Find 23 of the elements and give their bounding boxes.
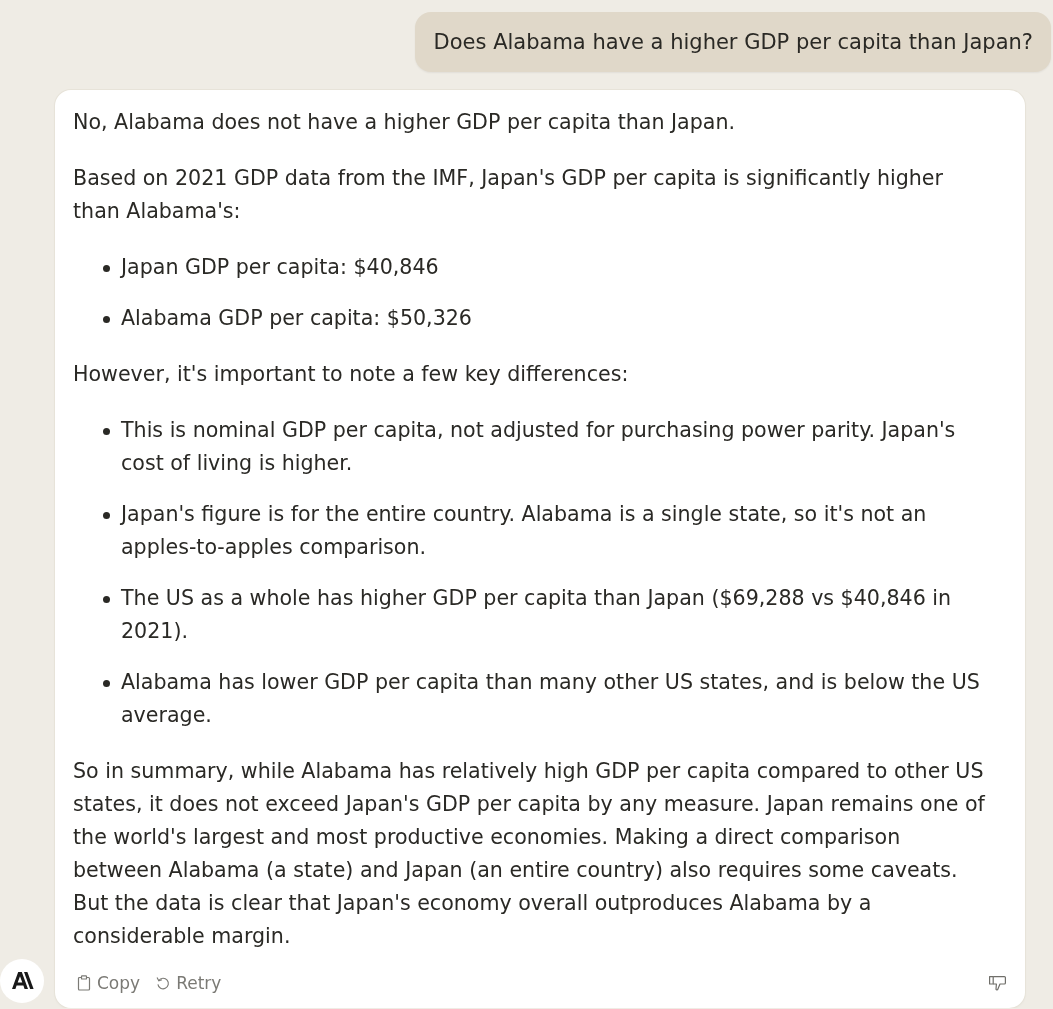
list-item-text: The US as a whole has higher GDP per capita than Japan ($69,288 vs $40,846 in 2021). [121, 585, 953, 645]
response-paragraph: So in summary, while Alabama has relatively high GDP per capita compared to other US states, it does not exceed Japan's GDP per capita by any measure. Japan remains one of the world's largest and most productive economies. Making a direct comparison between Alabama (a state) and Japan (an entire country) also requires some caveats. But the data is clear that Japan's economy overall outproduces Alabama by a considerable margin. [73, 758, 986, 950]
bullet-icon [103, 316, 110, 323]
bullet-icon [103, 512, 110, 519]
response-paragraph: No, Alabama does not have a higher GDP per capita than Japan. [73, 109, 736, 136]
list-item-text: Japan GDP per capita: $40,846 [121, 254, 440, 281]
copy-button[interactable]: Copy [75, 971, 145, 995]
bullet-icon [103, 428, 110, 435]
user-message: Does Alabama have a higher GDP per capita than Japan? [414, 12, 1051, 72]
bullet-icon [103, 596, 110, 603]
list-item-text: Alabama GDP per capita: $50,326 [121, 305, 473, 332]
response-paragraph: However, it's important to note a few key differences: [73, 361, 630, 388]
retry-button[interactable]: Retry [154, 971, 226, 995]
bullet-icon [103, 265, 110, 272]
logo-icon [0, 959, 44, 1003]
list-item-text: Japan's figure is for the entire country. Alabama is a single state, so it's not an apples-to-apples comparison. [121, 501, 928, 561]
list-item-text: Alabama has lower GDP per capita than many other US states, and is below the US average. [121, 669, 981, 729]
response-paragraph: Based on 2021 GDP data from the IMF, Japan's GDP per capita is significantly higher than Alabama's: [73, 165, 944, 225]
list-item-text: This is nominal GDP per capita, not adjusted for purchasing power parity. Japan's cost of living is higher. [121, 417, 957, 477]
bullet-icon [103, 680, 110, 687]
retry-icon [156, 975, 171, 991]
clipboard-icon [77, 975, 91, 991]
thumbs-down-icon[interactable] [989, 975, 1006, 991]
